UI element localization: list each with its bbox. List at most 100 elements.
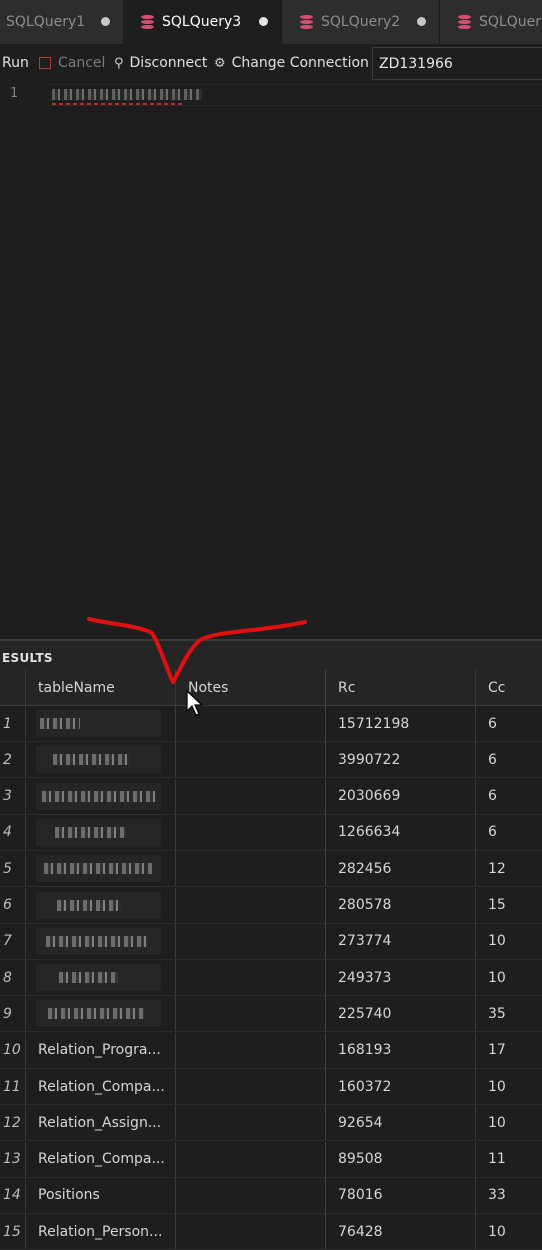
cell-cc[interactable]: 10 — [476, 1214, 542, 1249]
cell-cc[interactable]: 10 — [476, 924, 542, 959]
cell-rc[interactable]: 3990722 — [326, 742, 476, 778]
cancel-button[interactable]: Cancel — [39, 55, 105, 71]
cell-tablename[interactable] — [26, 996, 176, 1032]
tab-sqlquery2[interactable]: SQLQuery2 — [282, 0, 440, 44]
cell-tablename[interactable] — [26, 706, 176, 741]
redacted-value — [53, 754, 130, 766]
row-number: 13 — [0, 1141, 26, 1177]
cell-tablename[interactable]: Relation_Compa... — [26, 1141, 176, 1177]
cell-rc[interactable]: 273774 — [326, 923, 476, 959]
cell-notes[interactable] — [176, 960, 326, 996]
table-row[interactable]: 15 Relation_Person... 76428 10 — [0, 1214, 542, 1250]
cell-notes[interactable] — [176, 887, 326, 923]
cell-cc[interactable]: 12 — [476, 851, 542, 886]
cell-tablename[interactable] — [26, 814, 176, 850]
tab-sqlquery1[interactable]: SQLQuery1 — [0, 0, 124, 44]
cell-rc[interactable]: 92654 — [326, 1105, 476, 1141]
table-row[interactable]: 4 1266634 6 — [0, 814, 542, 851]
cell-cc[interactable]: 10 — [476, 1105, 542, 1140]
column-header-rc[interactable]: Rc — [326, 670, 476, 705]
cell-notes[interactable] — [176, 1177, 326, 1213]
mouse-cursor-icon — [186, 690, 204, 716]
cell-rc[interactable]: 78016 — [326, 1177, 476, 1213]
cell-tablename[interactable]: Relation_Assign... — [26, 1105, 176, 1141]
results-title: ESULTS — [2, 651, 53, 665]
table-row[interactable]: 12 Relation_Assign... 92654 10 — [0, 1105, 542, 1142]
row-number: 12 — [0, 1105, 26, 1141]
table-row[interactable]: 7 273774 10 — [0, 923, 542, 960]
cell-rc[interactable]: 160372 — [326, 1069, 476, 1104]
cell-cc[interactable]: 11 — [476, 1142, 542, 1177]
table-row[interactable]: 13 Relation_Compa... 89508 11 — [0, 1141, 542, 1178]
cell-cc[interactable]: 15 — [476, 888, 542, 923]
cell-tablename[interactable]: Relation_Compa... — [26, 1069, 176, 1104]
cell-tablename[interactable] — [26, 923, 176, 959]
table-row[interactable]: 3 2030669 6 — [0, 778, 542, 815]
cell-rc[interactable]: 1266634 — [326, 814, 476, 850]
cell-tablename[interactable]: Relation_Progra... — [26, 1032, 176, 1068]
tab-sqlquery4[interactable]: SQLQuery4 — [440, 0, 542, 44]
cell-rc[interactable]: 76428 — [326, 1214, 476, 1250]
disconnect-button[interactable]: ⚲ Disconnect — [114, 55, 207, 71]
cell-tablename[interactable] — [26, 742, 176, 778]
cell-tablename[interactable] — [26, 887, 176, 923]
redacted-value — [46, 935, 148, 947]
table-row[interactable]: 14 Positions 78016 33 — [0, 1177, 542, 1214]
query-editor[interactable]: 1 — [0, 84, 542, 639]
cell-notes[interactable] — [176, 778, 326, 814]
cell-rc[interactable]: 249373 — [326, 960, 476, 996]
table-row[interactable]: 9 225740 35 — [0, 996, 542, 1033]
cell-rc[interactable]: 2030669 — [326, 778, 476, 814]
cell-rc[interactable]: 15712198 — [326, 706, 476, 741]
column-header-tablename[interactable]: tableName — [26, 670, 176, 705]
cell-notes[interactable] — [176, 1032, 326, 1068]
table-row[interactable]: 10 Relation_Progra... 168193 17 — [0, 1032, 542, 1069]
cell-tablename[interactable] — [26, 851, 176, 887]
cell-cc[interactable]: 6 — [476, 815, 542, 850]
redacted-value — [48, 1008, 144, 1020]
cell-cc[interactable]: 6 — [476, 779, 542, 814]
column-header-cc[interactable]: Cc — [476, 670, 542, 705]
redacted-value — [36, 927, 161, 955]
tab-sqlquery3[interactable]: SQLQuery3 — [124, 0, 282, 44]
cell-notes[interactable] — [176, 1069, 326, 1104]
cell-notes[interactable] — [176, 814, 326, 850]
row-number: 1 — [0, 706, 26, 741]
cell-cc[interactable]: 6 — [476, 706, 542, 741]
cell-rc[interactable]: 89508 — [326, 1141, 476, 1177]
cell-notes[interactable] — [176, 996, 326, 1032]
table-row[interactable]: 5 282456 12 — [0, 851, 542, 888]
change-connection-button[interactable]: ⚙ Change Connection — [214, 55, 369, 71]
cell-tablename[interactable] — [26, 778, 176, 814]
cell-notes[interactable] — [176, 742, 326, 778]
cell-notes[interactable] — [176, 1105, 326, 1141]
cell-notes[interactable] — [176, 923, 326, 959]
cell-notes[interactable] — [176, 1214, 326, 1250]
redacted-value — [36, 891, 161, 919]
connection-select[interactable]: ZD131966 — [372, 47, 542, 80]
cell-cc[interactable]: 17 — [476, 1033, 542, 1068]
cell-rc[interactable]: 280578 — [326, 887, 476, 923]
run-button[interactable]: Run — [2, 55, 29, 71]
table-row[interactable]: 11 Relation_Compa... 160372 10 — [0, 1069, 542, 1105]
cell-notes[interactable] — [176, 1141, 326, 1177]
table-row[interactable]: 2 3990722 6 — [0, 742, 542, 779]
cell-cc[interactable]: 10 — [476, 1069, 542, 1104]
redacted-value — [59, 972, 118, 984]
row-number: 6 — [0, 887, 26, 923]
cell-notes[interactable] — [176, 851, 326, 887]
cell-rc[interactable]: 225740 — [326, 996, 476, 1032]
cell-cc[interactable]: 10 — [476, 960, 542, 995]
cell-cc[interactable]: 35 — [476, 996, 542, 1031]
table-row[interactable]: 6 280578 15 — [0, 887, 542, 924]
cell-rc[interactable]: 282456 — [326, 851, 476, 887]
cell-cc[interactable]: 33 — [476, 1178, 542, 1213]
cell-rc[interactable]: 168193 — [326, 1032, 476, 1068]
table-row[interactable]: 8 249373 10 — [0, 960, 542, 997]
cell-tablename[interactable]: Positions — [26, 1177, 176, 1213]
cell-tablename[interactable]: Relation_Person... — [26, 1214, 176, 1250]
row-number: 3 — [0, 778, 26, 814]
table-row[interactable]: 1 15712198 6 — [0, 706, 542, 742]
cell-tablename[interactable] — [26, 960, 176, 996]
cell-cc[interactable]: 6 — [476, 742, 542, 777]
